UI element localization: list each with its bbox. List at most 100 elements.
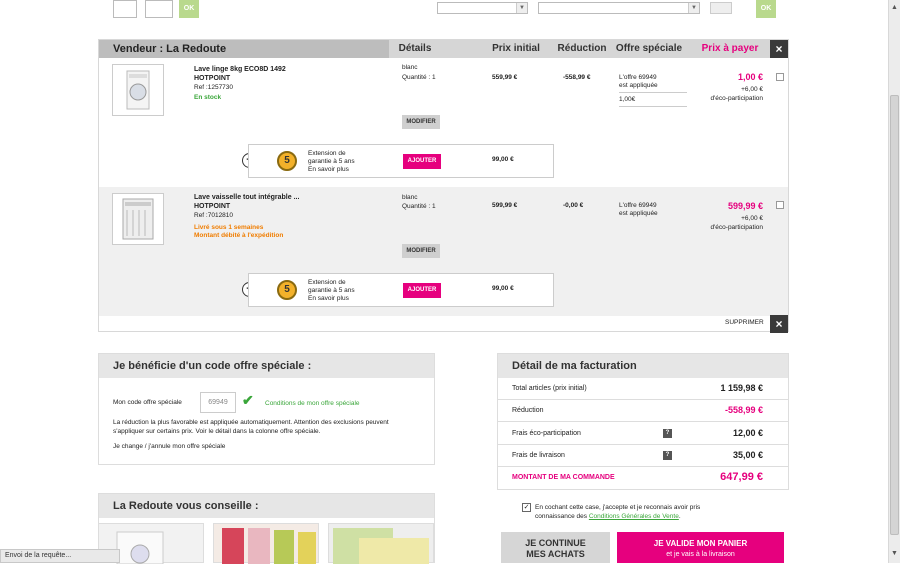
change-link[interactable]: Je change / j'annule mon offre spéciale: [113, 443, 225, 450]
seller-title: Vendeur : La Redoute: [99, 40, 389, 58]
ok-button[interactable]: OK: [179, 0, 199, 18]
billing-value: 35,00 €: [732, 450, 763, 460]
code-info: La réduction la plus favorable est appli…: [113, 419, 389, 435]
add-button[interactable]: AJOUTER: [403, 283, 441, 298]
ok-button[interactable]: OK: [756, 0, 776, 18]
billing-row: Frais de livraison ? 35,00 €: [498, 445, 789, 467]
price-to-pay: 599,99 €: [727, 201, 763, 211]
scrollbar[interactable]: ▲ ▼: [888, 0, 900, 563]
select-dropdown[interactable]: ▼: [538, 2, 700, 14]
billing-row: Frais éco-participation ? 12,00 €: [498, 422, 789, 445]
offer-line2: est appliquée: [619, 82, 658, 89]
col-topay: Prix à payer: [701, 43, 759, 54]
product-image-washer[interactable]: [112, 64, 164, 116]
ext-more-link[interactable]: En savoir plus: [308, 166, 349, 173]
ext-line2: garantie à 5 ans: [308, 287, 355, 294]
delete-link[interactable]: SUPPRIMER: [725, 319, 764, 326]
product-qty: Quantité : 1: [402, 203, 436, 210]
ext-more-link[interactable]: En savoir plus: [308, 295, 349, 302]
offer-line1: L'offre 69949: [619, 202, 657, 209]
cgv-link[interactable]: Conditions Générales de Vente: [589, 513, 679, 520]
billing-label: Total articles (prix initial): [512, 385, 587, 392]
ext-price: 99,00 €: [492, 285, 514, 292]
close-icon[interactable]: ×: [770, 40, 788, 58]
quantity-box[interactable]: [145, 0, 173, 18]
billing-row: Total articles (prix initial) 1 159,98 €: [498, 378, 789, 400]
input-box[interactable]: [710, 2, 732, 14]
product-name[interactable]: Lave vaisselle tout intégrable ...: [194, 194, 299, 201]
continue-label-2: MES ACHATS: [526, 549, 585, 559]
billing-value: 1 159,98 €: [720, 383, 763, 393]
col-initial: Prix initial: [492, 43, 540, 54]
item-checkbox[interactable]: [776, 201, 784, 209]
product-name[interactable]: Lave linge 8kg ECO8D 1492: [194, 66, 286, 73]
towels-icon: [222, 528, 316, 564]
modify-button[interactable]: MODIFIER: [402, 115, 440, 129]
warranty-extension: 5 Extension de garantie à 5 ans En savoi…: [248, 273, 554, 307]
product-qty: Quantité : 1: [402, 74, 436, 81]
product-image-dishwasher[interactable]: [112, 193, 164, 245]
advice-title: La Redoute vous conseille :: [99, 494, 434, 518]
divider: [619, 92, 687, 93]
pillows-icon: [333, 528, 429, 564]
warranty-extension: 5 Extension de garantie à 5 ans En savoi…: [248, 144, 554, 178]
select-dropdown[interactable]: ▼: [437, 2, 528, 14]
initial-price: 559,99 €: [492, 74, 518, 81]
billing-title: Détail de ma facturation: [498, 354, 788, 378]
product-color: blanc: [402, 194, 418, 201]
delete-icon[interactable]: ×: [770, 315, 788, 333]
billing-value: -558,99 €: [724, 405, 763, 415]
add-button[interactable]: AJOUTER: [403, 154, 441, 169]
cart-table: Vendeur : La Redoute Détails Prix initia…: [98, 39, 789, 333]
price-to-pay: 1,00 €: [737, 72, 763, 82]
offer-amount: 1,00€: [619, 96, 636, 103]
product-brand: HOTPOINT: [194, 75, 231, 82]
eco-amount: +6,00 €: [741, 215, 763, 222]
dishwasher-icon: [122, 198, 154, 240]
debit-info: Montant débité à l'expédition: [194, 232, 284, 239]
col-special: Offre spéciale: [615, 43, 683, 54]
status-bar: Envoi de la requête...: [0, 549, 120, 563]
validate-label-2: et je vais à la livraison: [666, 551, 735, 558]
col-details: Détails: [398, 43, 432, 54]
col-reduction: Réduction: [557, 43, 607, 54]
scroll-up-arrow[interactable]: ▲: [891, 4, 898, 11]
product-color: blanc: [402, 64, 418, 71]
help-icon[interactable]: ?: [663, 429, 672, 438]
scroll-thumb[interactable]: [890, 95, 899, 535]
ext-line1: Extension de: [308, 279, 346, 286]
continue-shopping-button[interactable]: JE CONTINUE MES ACHATS: [501, 532, 610, 563]
warranty-badge-icon: 5: [277, 280, 297, 300]
quantity-box[interactable]: [113, 0, 137, 18]
modify-button[interactable]: MODIFIER: [402, 244, 440, 258]
cgv-end: .: [678, 513, 681, 520]
delivery-status: Livré sous 1 semaines: [194, 224, 264, 231]
special-code-input[interactable]: [200, 392, 236, 413]
eco-label: d'éco-participation: [710, 95, 763, 102]
help-icon[interactable]: ?: [663, 451, 672, 460]
advice-product-image[interactable]: [213, 523, 319, 564]
product-ref: Ref :1257730: [194, 84, 234, 91]
special-code-title: Je bénéficie d'un code offre spéciale :: [99, 354, 434, 378]
billing-label: Réduction: [512, 407, 544, 414]
cgv-text: En cochant cette case, j'accepte et je r…: [535, 503, 735, 521]
product-brand: HOTPOINT: [194, 203, 231, 210]
cart-header: Vendeur : La Redoute Détails Prix initia…: [99, 40, 788, 58]
offer-line1: L'offre 69949: [619, 74, 657, 81]
chevron-down-icon: ▼: [516, 3, 527, 13]
washer-icon: [126, 70, 150, 110]
eco-label: d'éco-participation: [710, 224, 763, 231]
validate-cart-button[interactable]: JE VALIDE MON PANIER et je vais à la liv…: [617, 532, 784, 563]
billing-label: Frais éco-participation: [512, 430, 581, 437]
continue-label-1: JE CONTINUE: [525, 538, 586, 548]
ext-line2: garantie à 5 ans: [308, 158, 355, 165]
advice-product-image[interactable]: [328, 523, 434, 564]
list-item: Lave linge 8kg ECO8D 1492 HOTPOINT Ref :…: [99, 58, 788, 186]
billing-label: Frais de livraison: [512, 452, 565, 459]
special-code-panel: Je bénéficie d'un code offre spéciale : …: [98, 353, 435, 465]
item-checkbox[interactable]: [776, 73, 784, 81]
eco-amount: +6,00 €: [741, 86, 763, 93]
cgv-checkbox[interactable]: ✓: [522, 503, 531, 512]
conditions-link[interactable]: Conditions de mon offre spéciale: [265, 400, 360, 407]
scroll-down-arrow[interactable]: ▼: [891, 550, 898, 557]
